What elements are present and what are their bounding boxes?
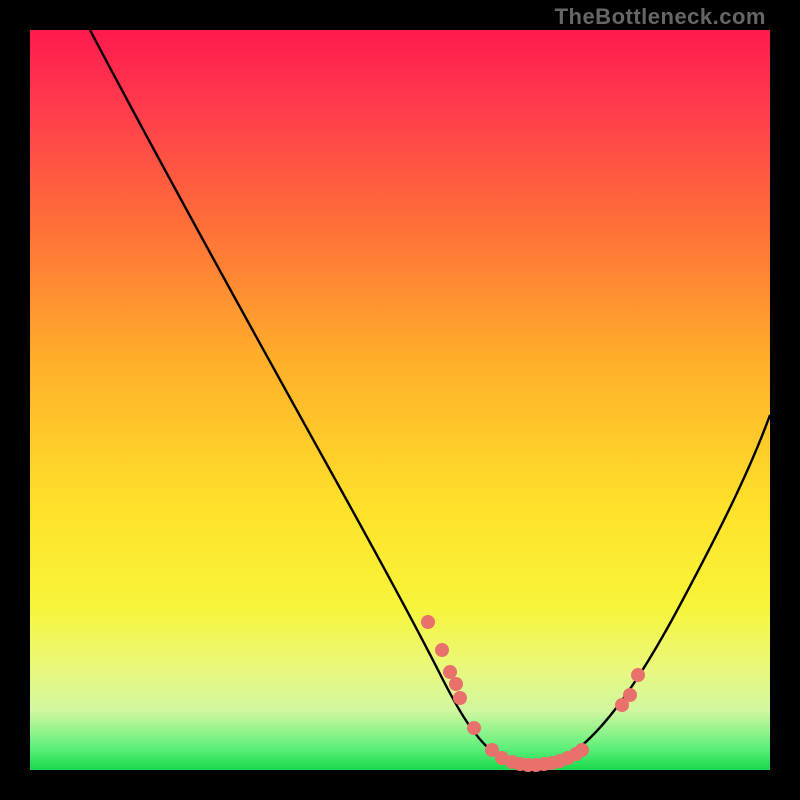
plot-area <box>30 30 770 770</box>
bottleneck-curve <box>90 30 770 767</box>
highlight-points <box>421 615 645 772</box>
watermark-text: TheBottleneck.com <box>555 4 766 30</box>
curve-layer <box>30 30 770 770</box>
chart-stage: TheBottleneck.com <box>0 0 800 800</box>
